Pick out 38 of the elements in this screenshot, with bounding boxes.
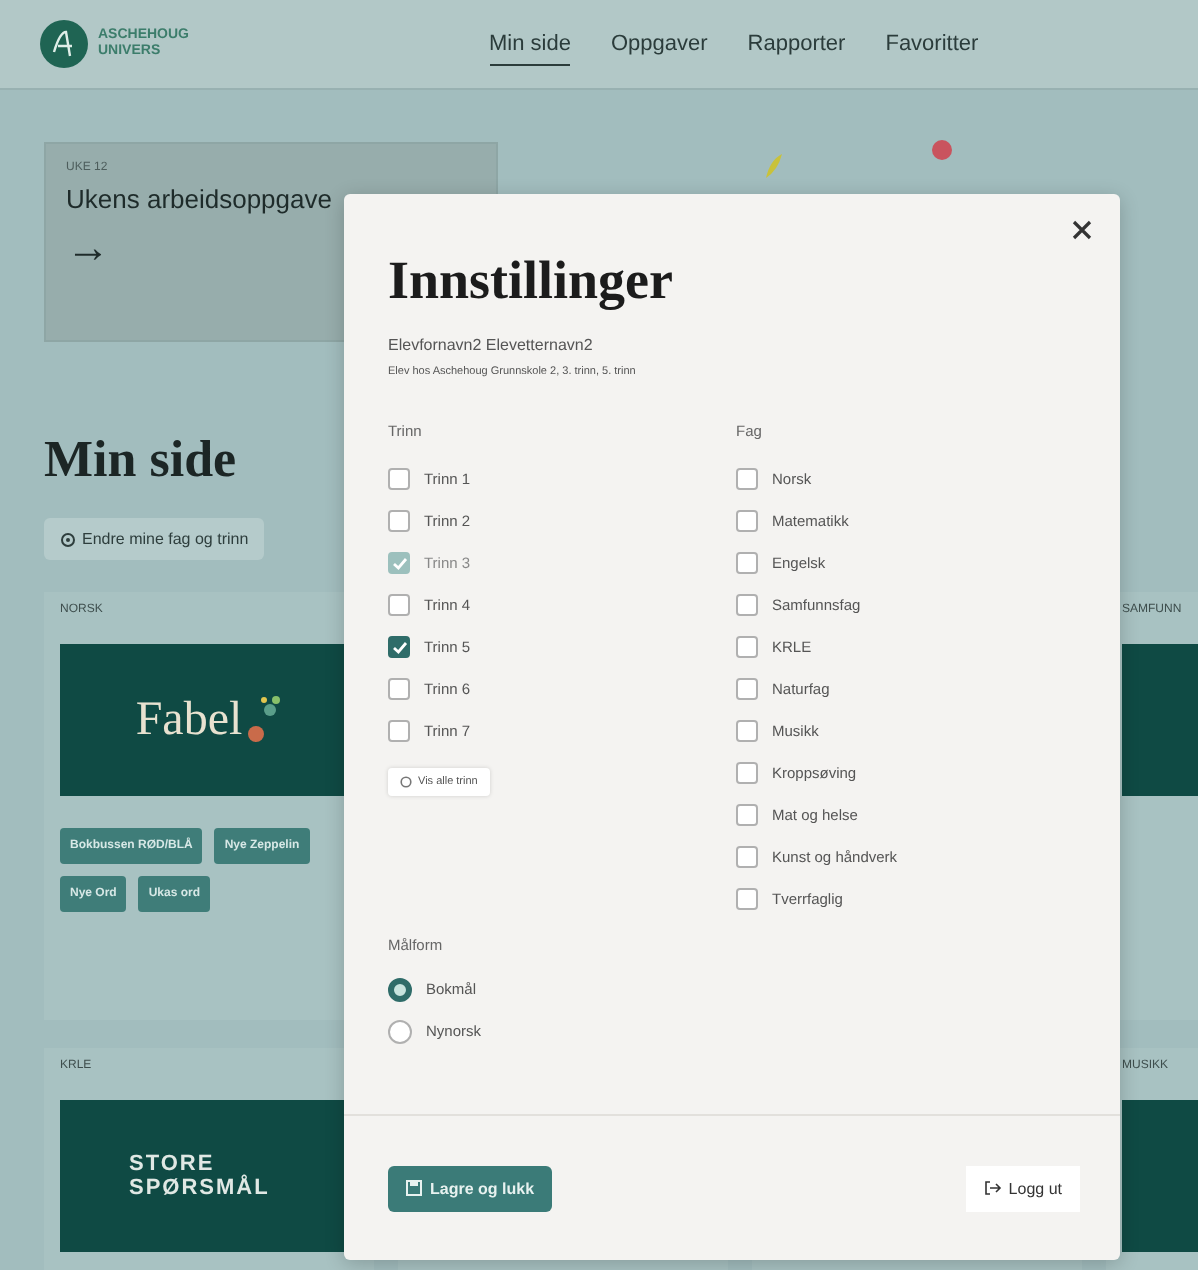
dot-decoration <box>932 140 952 160</box>
logo-icon <box>40 20 88 68</box>
checkbox[interactable] <box>736 552 758 574</box>
checkbox[interactable] <box>736 762 758 784</box>
tile-logo-text: Fabel <box>135 693 243 747</box>
checkbox[interactable] <box>388 468 410 490</box>
radio-button[interactable] <box>388 977 412 1001</box>
checkbox[interactable] <box>388 678 410 700</box>
checkbox[interactable] <box>736 510 758 532</box>
checkbox[interactable] <box>736 804 758 826</box>
week-title: Ukens arbeidsoppgave <box>66 184 334 214</box>
page-heading: Min side <box>44 430 237 490</box>
checkbox[interactable] <box>736 846 758 868</box>
save-icon <box>406 1180 422 1196</box>
save-button[interactable]: Lagre og lukk <box>388 1165 553 1211</box>
checkbox[interactable] <box>736 468 758 490</box>
nav-link[interactable]: Rapporter <box>747 23 846 65</box>
checkbox[interactable] <box>736 888 758 910</box>
checkbox[interactable] <box>388 594 410 616</box>
checkbox[interactable] <box>388 636 410 658</box>
leaf-decoration <box>764 152 784 180</box>
nav-link[interactable]: Min side <box>489 23 571 65</box>
checkbox[interactable] <box>388 720 410 742</box>
tile-logo-text: STORE SPØRSMÅL <box>129 1152 272 1200</box>
checkbox[interactable] <box>736 720 758 742</box>
nav-link[interactable]: Oppgaver <box>610 23 708 65</box>
nav-link[interactable]: Favoritter <box>885 23 979 65</box>
checkbox[interactable] <box>388 510 410 532</box>
logout-icon <box>984 1180 1003 1196</box>
checkbox[interactable] <box>736 594 758 616</box>
arrow-text: → <box>66 226 112 270</box>
student-name: Elevfornavn2 Elevetternavn2 <box>388 336 595 354</box>
checkbox[interactable] <box>736 678 758 700</box>
logout-button[interactable]: Logg ut <box>966 1165 1080 1211</box>
edit-subjects-button[interactable]: Endre mine fag og trinn <box>44 518 265 560</box>
checkbox[interactable] <box>736 636 758 658</box>
dots-icon <box>246 694 283 746</box>
radio-button[interactable] <box>388 1019 412 1043</box>
